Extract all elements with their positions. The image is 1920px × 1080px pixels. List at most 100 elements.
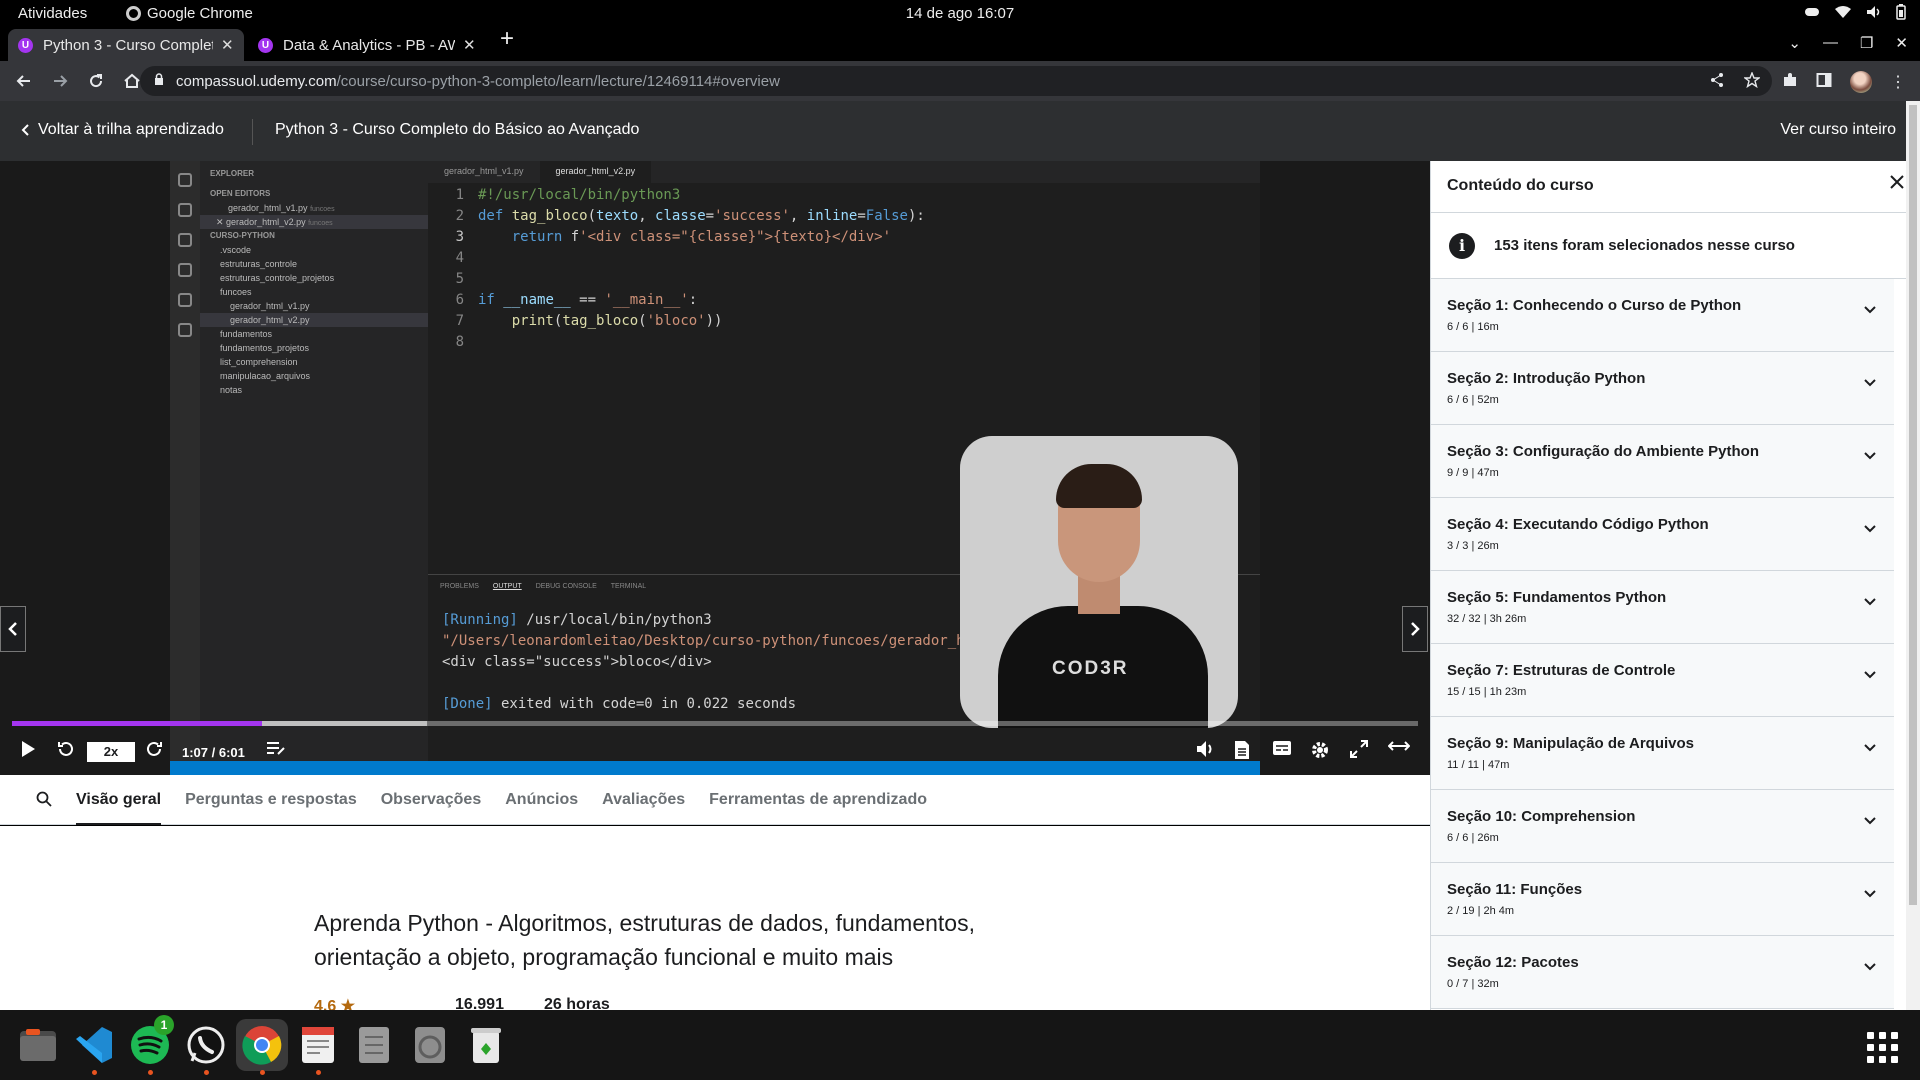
expand-button[interactable] [1388, 740, 1410, 752]
back-to-track-link[interactable]: Voltar à trilha aprendizado [20, 121, 224, 139]
tab-announcements[interactable]: Anúncios [505, 775, 578, 825]
extensions-puzzle-icon[interactable] [1782, 72, 1798, 93]
chevron-down-icon[interactable] [1864, 593, 1876, 611]
settings-button[interactable] [1310, 740, 1330, 760]
chevron-down-icon[interactable] [1864, 958, 1876, 976]
forward-arrow-icon[interactable] [46, 67, 74, 95]
chevron-down-icon[interactable] [1864, 666, 1876, 684]
file-cabinet-app[interactable] [348, 1019, 400, 1071]
clock[interactable]: 14 de ago 16:07 [0, 5, 1920, 22]
extensions-icon [178, 293, 192, 307]
browser-tab-python[interactable]: U Python 3 - Curso Completo ✕ [8, 29, 244, 61]
close-tab-icon[interactable]: ✕ [463, 36, 476, 54]
activities-button[interactable]: Atividades [18, 5, 87, 22]
volume-button[interactable] [1196, 740, 1216, 758]
section-item[interactable]: Seção 5: Fundamentos Python 32 / 32 | 3h … [1431, 571, 1894, 644]
section-item[interactable]: Seção 7: Estruturas de Controle 15 / 15 |… [1431, 644, 1894, 717]
reload-icon[interactable] [82, 67, 110, 95]
section-item[interactable]: Seção 10: Comprehension 6 / 6 | 26m [1431, 790, 1894, 863]
project-header: CURSO-PYTHON [210, 231, 275, 240]
lock-icon[interactable] [154, 72, 164, 90]
chevron-down-icon[interactable] [1864, 374, 1876, 392]
close-window-icon[interactable]: ✕ [1895, 34, 1908, 52]
tab-qa[interactable]: Perguntas e respostas [185, 775, 357, 825]
section-item[interactable]: Seção 11: Funções 2 / 19 | 2h 4m [1431, 863, 1894, 936]
search-icon[interactable] [36, 791, 52, 812]
playback-speed-button[interactable]: 2x [87, 742, 135, 762]
section-meta: 3 / 3 | 26m [1447, 540, 1499, 552]
fullscreen-button[interactable] [1350, 740, 1368, 758]
vscode-app[interactable] [68, 1019, 120, 1075]
profile-avatar[interactable] [1850, 71, 1872, 93]
running-indicator [91, 1070, 97, 1075]
chrome-menu-icon[interactable]: ⋮ [1890, 72, 1906, 92]
vscode-editor-tabs: gerador_html_v1.py gerador_html_v2.py [428, 161, 1260, 183]
section-item[interactable]: Seção 3: Configuração do Ambiente Python… [1431, 425, 1894, 498]
side-panel-icon[interactable] [1816, 72, 1832, 93]
line-number: 4 [455, 250, 464, 266]
chevron-down-icon[interactable] [1864, 812, 1876, 830]
page-scrollbar[interactable] [1906, 101, 1920, 1010]
view-full-course-link[interactable]: Ver curso inteiro [1780, 121, 1896, 139]
section-item[interactable]: Seção 12: Pacotes 0 / 7 | 32m [1431, 936, 1894, 1009]
maximize-icon[interactable]: ❐ [1860, 34, 1873, 52]
whatsapp-app[interactable] [180, 1019, 232, 1075]
disks-app[interactable] [404, 1019, 456, 1071]
tab-learning-tools[interactable]: Ferramentas de aprendizado [709, 775, 927, 825]
new-tab-button[interactable]: + [500, 25, 514, 53]
system-tray[interactable] [1804, 4, 1906, 20]
captions-button[interactable] [1272, 740, 1292, 756]
browser-tab-data-analytics[interactable]: U Data & Analytics - PB - AW ✕ [248, 29, 486, 61]
chrome-app[interactable] [236, 1019, 288, 1075]
tab-overview[interactable]: Visão geral [76, 775, 162, 825]
close-sidebar-button[interactable] [1890, 175, 1904, 194]
share-icon[interactable] [1710, 72, 1724, 92]
next-lecture-button[interactable] [1402, 606, 1428, 652]
video-progress-bar[interactable] [12, 721, 1418, 726]
panel-tab-active: OUTPUT [492, 583, 522, 590]
chevron-down-icon[interactable] [1864, 447, 1876, 465]
url-path: /course/curso-python-3-completo/learn/le… [336, 72, 780, 90]
section-item[interactable]: Seção 2: Introdução Python 6 / 6 | 52m [1431, 352, 1894, 425]
transcript-button[interactable] [1234, 740, 1250, 760]
video-player[interactable]: EXPLORER OPEN EDITORS gerador_html_v1.py… [0, 161, 1430, 775]
forward-icon [147, 741, 162, 756]
chevron-down-icon[interactable] [1864, 739, 1876, 757]
add-note-button[interactable] [266, 740, 286, 756]
open-editor-item: gerador_html_v1.py funcoes [228, 203, 335, 213]
section-title: Seção 11: Funções [1447, 881, 1583, 898]
spotify-app[interactable]: 1 [124, 1015, 176, 1075]
section-item[interactable]: Seção 4: Executando Código Python 3 / 3 |… [1431, 498, 1894, 571]
open-editor-item: ✕ gerador_html_v2.py funcoes [200, 215, 428, 229]
page-scrollbar-thumb[interactable] [1909, 105, 1917, 905]
chevron-down-icon[interactable] [1864, 301, 1876, 319]
play-button[interactable] [20, 740, 36, 758]
address-bar[interactable]: compassuol.udemy.com/course/curso-python… [140, 66, 1772, 96]
section-item[interactable]: Seção 9: Manipulação de Arquivos 11 / 11 … [1431, 717, 1894, 790]
files-app[interactable] [12, 1019, 64, 1071]
section-title: Seção 5: Fundamentos Python [1447, 589, 1667, 606]
selection-info: i 153 itens foram selecionados nesse cur… [1431, 213, 1920, 279]
app-menu[interactable]: Google Chrome [126, 5, 253, 22]
trash-app[interactable] [460, 1019, 512, 1071]
previous-lecture-button[interactable] [0, 606, 26, 652]
tree-item: gerador_html_v1.py [230, 301, 310, 311]
cod3r-logo: COD3R [1052, 658, 1129, 679]
minimize-icon[interactable]: — [1823, 34, 1838, 52]
section-title: Seção 12: Pacotes [1447, 954, 1579, 971]
chevron-down-icon[interactable] [1864, 885, 1876, 903]
tab-reviews[interactable]: Avaliações [602, 775, 685, 825]
tab-notes[interactable]: Observações [381, 775, 482, 825]
forward-button[interactable] [146, 740, 164, 758]
chevron-down-icon[interactable] [1864, 520, 1876, 538]
tab-title: Data & Analytics - PB - AW [283, 36, 455, 54]
bookmark-star-icon[interactable] [1742, 71, 1762, 92]
tab-search-icon[interactable]: ⌄ [1788, 34, 1801, 52]
text-editor-app[interactable] [292, 1019, 344, 1075]
close-tab-icon[interactable]: ✕ [221, 36, 234, 54]
course-title: Python 3 - Curso Completo do Básico ao A… [275, 121, 640, 138]
back-arrow-icon[interactable] [10, 67, 38, 95]
show-applications-button[interactable] [1867, 1032, 1898, 1063]
section-item[interactable]: Seção 1: Conhecendo o Curso de Python 6 /… [1431, 279, 1894, 352]
rewind-button[interactable] [56, 740, 74, 758]
